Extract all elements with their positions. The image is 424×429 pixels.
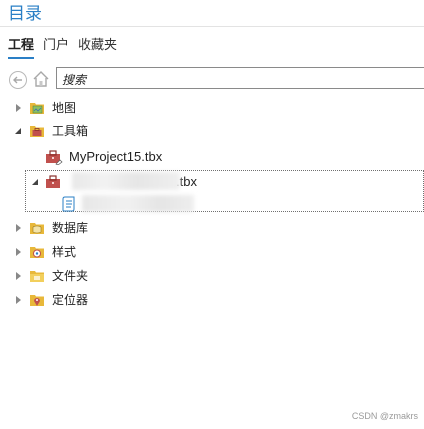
- redacted-label: [72, 172, 180, 190]
- expand-icon[interactable]: [14, 224, 22, 232]
- tab-favorites[interactable]: 收藏夹: [78, 36, 117, 59]
- collapse-icon[interactable]: [31, 178, 39, 186]
- tree-item-label: 文件夹: [52, 269, 89, 283]
- toolbox-folder-icon: [29, 123, 45, 139]
- tree-item-label: 定位器: [52, 293, 89, 307]
- search-input[interactable]: 搜索: [56, 67, 424, 89]
- folder-icon: [29, 268, 45, 284]
- tab-portal[interactable]: 门户: [43, 36, 69, 59]
- expand-icon[interactable]: [14, 272, 22, 280]
- pane-title: 目录: [8, 4, 42, 23]
- tree-item-label: 工具箱: [52, 124, 89, 138]
- toolbox-icon: [45, 149, 63, 166]
- back-button[interactable]: [9, 71, 27, 89]
- arrow-left-icon: [13, 76, 22, 84]
- home-icon: [33, 71, 49, 87]
- tree-item-label: 地图: [52, 101, 77, 115]
- tree-item-label: 数据库: [52, 221, 89, 235]
- expand-icon[interactable]: [14, 296, 22, 304]
- catalog-tabs: 工程 门户 收藏夹: [8, 36, 117, 59]
- toolbox-icon: [45, 174, 61, 190]
- tree-item-label: MyProject15.tbx: [69, 149, 163, 164]
- home-button[interactable]: [32, 70, 50, 88]
- expand-icon[interactable]: [14, 104, 22, 112]
- script-tool-icon: [62, 196, 78, 212]
- style-folder-icon: [29, 244, 45, 260]
- redacted-label: [82, 195, 194, 212]
- title-divider: [0, 26, 424, 27]
- locator-folder-icon: [29, 292, 45, 308]
- tree-item-label: 样式: [52, 245, 77, 259]
- tab-project[interactable]: 工程: [8, 36, 35, 59]
- database-folder-icon: [29, 220, 45, 236]
- watermark: CSDN @zmakrs: [351, 411, 418, 421]
- expand-icon[interactable]: [14, 248, 22, 256]
- search-placeholder: 搜索: [62, 73, 87, 87]
- collapse-icon[interactable]: [14, 127, 22, 135]
- map-folder-icon: [29, 100, 45, 116]
